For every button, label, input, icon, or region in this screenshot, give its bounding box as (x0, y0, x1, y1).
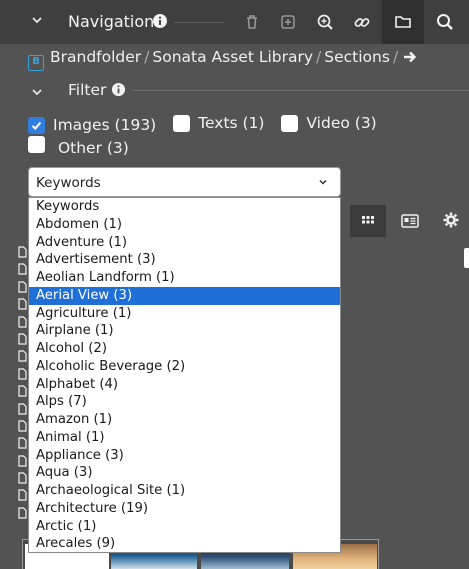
trash-icon[interactable] (242, 12, 262, 32)
checkbox-unchecked[interactable] (173, 114, 191, 132)
navigation-bar: Navigation (0, 0, 469, 44)
select-value: Keywords (36, 175, 101, 191)
breadcrumb: B Brandfolder / Sonata Asset Library / Sectio… (28, 48, 417, 71)
checkbox-label: Video (3) (306, 114, 377, 132)
checkbox-label: Images (193) (53, 116, 157, 134)
dropdown-option[interactable]: Amazon (1) (29, 411, 340, 429)
dropdown-option[interactable]: Aqua (3) (29, 464, 340, 482)
file-icon (18, 298, 27, 310)
breadcrumb-item-sections[interactable]: Sections (324, 48, 390, 66)
breadcrumb-item-brandfolder[interactable]: Brandfolder (50, 48, 141, 66)
side-panel-handle[interactable] (464, 248, 469, 268)
arrow-right-icon[interactable] (403, 50, 417, 64)
info-icon[interactable] (152, 13, 168, 29)
filter-title: Filter (68, 81, 107, 99)
divider (132, 90, 469, 91)
grid-icon (362, 216, 374, 224)
gear-icon[interactable] (442, 211, 460, 229)
navigation-title: Navigation (68, 12, 155, 31)
dropdown-option[interactable]: Alcohol (2) (29, 340, 340, 358)
checkbox-checked[interactable] (28, 116, 45, 134)
checkbox-other[interactable]: Other (3) (28, 135, 446, 157)
link-icon[interactable] (352, 12, 372, 32)
filter-header: Filter (0, 78, 469, 102)
zoom-in-icon[interactable] (315, 12, 335, 32)
checkbox-video[interactable]: Video (3) (281, 114, 377, 132)
divider (174, 22, 224, 23)
folder-icon[interactable] (393, 12, 413, 32)
breadcrumb-separator: / (316, 48, 322, 66)
checkbox-label: Texts (1) (198, 114, 265, 132)
checkbox-texts[interactable]: Texts (1) (173, 114, 264, 132)
id-card-icon (401, 214, 419, 228)
dropdown-option[interactable]: Adventure (1) (29, 234, 340, 252)
file-icon (18, 263, 27, 275)
breadcrumb-separator: / (144, 48, 150, 66)
dropdown-option[interactable]: Keywords (29, 198, 340, 216)
chevron-down-icon[interactable] (30, 13, 44, 27)
grid-view-button[interactable] (350, 205, 386, 237)
file-icon (18, 315, 27, 328)
file-icon (18, 281, 27, 293)
dropdown-option[interactable]: Alps (7) (29, 393, 340, 411)
dropdown-option[interactable]: Aerial View (3) (29, 286, 340, 305)
file-icon (18, 507, 27, 519)
file-icon (18, 437, 27, 449)
dropdown-option[interactable]: Animal (1) (29, 429, 340, 447)
dropdown-option[interactable]: Abdomen (1) (29, 216, 340, 234)
list-view-button[interactable] (392, 205, 428, 237)
dropdown-option[interactable]: Agriculture (1) (29, 305, 340, 323)
file-icon (18, 333, 27, 345)
dropdown-option[interactable]: Advertisement (3) (29, 251, 340, 269)
chevron-down-icon (319, 179, 327, 185)
dropdown-option[interactable]: Airplane (1) (29, 322, 340, 340)
view-toolbar (350, 205, 469, 237)
checkmark-icon (31, 121, 42, 130)
file-icon (18, 455, 27, 467)
keywords-dropdown-list: Keywords Abdomen (1) Adventure (1) Advertis… (28, 197, 341, 553)
search-icon[interactable] (435, 12, 455, 32)
file-icon (18, 472, 27, 484)
dropdown-option[interactable]: Alphabet (4) (29, 376, 340, 394)
file-icon (18, 246, 27, 258)
file-icon (18, 350, 27, 362)
checkbox-images[interactable]: Images (193) (28, 116, 156, 134)
dropdown-option[interactable]: Arctic (1) (29, 518, 340, 536)
brandfolder-logo-icon: B (28, 55, 44, 71)
file-list-icons (18, 246, 28, 524)
dropdown-option[interactable]: Archaeological Site (1) (29, 482, 340, 500)
file-icon (18, 385, 27, 397)
add-box-icon[interactable] (278, 12, 298, 32)
file-icon (18, 368, 27, 380)
checkbox-unchecked[interactable] (28, 135, 45, 153)
keywords-select[interactable]: Keywords (28, 167, 341, 197)
file-icon (18, 489, 27, 502)
chevron-down-icon[interactable] (30, 85, 44, 99)
dropdown-option[interactable]: Aeolian Landform (1) (29, 269, 340, 287)
dropdown-option[interactable]: Appliance (3) (29, 447, 340, 465)
file-icon (18, 402, 27, 415)
checkbox-unchecked[interactable] (281, 114, 299, 132)
dropdown-option[interactable]: Arecales (9) (29, 535, 340, 552)
breadcrumb-item-library[interactable]: Sonata Asset Library (152, 48, 313, 66)
dropdown-option[interactable]: Alcoholic Beverage (2) (29, 358, 340, 376)
dropdown-option[interactable]: Architecture (19) (29, 500, 340, 518)
checkbox-label: Other (3) (57, 138, 129, 157)
type-filter-checkboxes: Images (193) Texts (1) Video (3) Other (… (28, 114, 458, 157)
info-icon[interactable] (111, 82, 126, 97)
breadcrumb-separator: / (392, 48, 399, 66)
file-icon (18, 420, 27, 432)
